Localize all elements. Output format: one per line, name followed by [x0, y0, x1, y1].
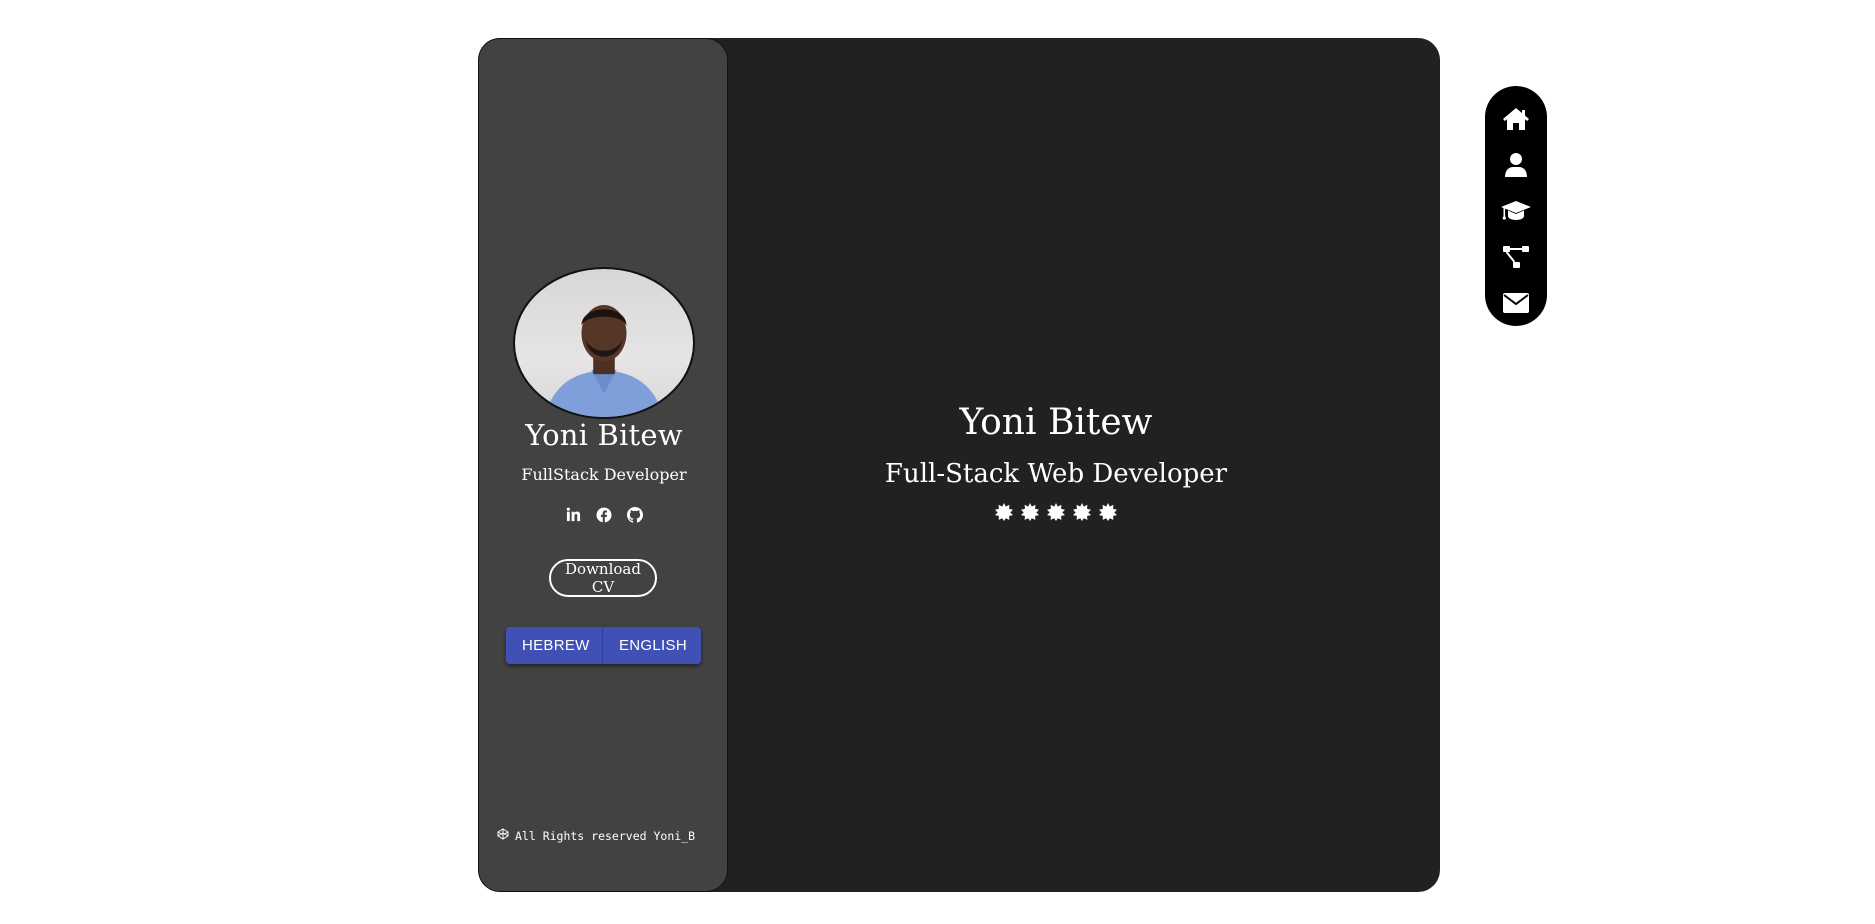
nav-home[interactable] [1496, 96, 1536, 142]
github-icon[interactable] [626, 505, 645, 524]
hebrew-button[interactable]: HEBREW [506, 627, 603, 664]
avatar [513, 267, 695, 419]
copyright-footer: All Rights reserved Yoni_B [497, 828, 695, 843]
footer-text: All Rights reserved Yoni_B [515, 828, 696, 843]
profile-role: FullStack Developer [521, 465, 687, 484]
hero-name: Yoni Bitew [959, 402, 1153, 443]
codepen-icon [497, 828, 509, 843]
download-cv-button[interactable]: Download CV [549, 559, 657, 597]
badge-icon [995, 503, 1013, 521]
badge-icon [1099, 503, 1117, 521]
nav-about[interactable] [1496, 142, 1536, 188]
envelope-icon [1503, 293, 1529, 313]
hero-section: Yoni Bitew Full-Stack Web Developer [728, 38, 1440, 892]
badge-icon [1047, 503, 1065, 521]
hero-role: Full-Stack Web Developer [884, 459, 1228, 489]
section-nav [1485, 86, 1547, 326]
social-links [479, 505, 729, 524]
user-icon [1505, 153, 1527, 177]
badge-icon [1073, 503, 1091, 521]
nav-education[interactable] [1496, 188, 1536, 234]
rating-badges [728, 503, 1384, 521]
language-toggle: HEBREW ENGLISH [506, 627, 701, 664]
home-icon [1503, 108, 1529, 130]
portfolio-card: Yoni Bitew FullStack Developer Download … [478, 38, 1440, 892]
profile-sidebar: Yoni Bitew FullStack Developer Download … [478, 38, 728, 892]
project-diagram-icon [1503, 246, 1529, 268]
linkedin-icon[interactable] [564, 505, 583, 524]
nav-projects[interactable] [1496, 234, 1536, 280]
badge-icon [1021, 503, 1039, 521]
graduation-cap-icon [1501, 201, 1531, 220]
facebook-icon[interactable] [595, 505, 614, 524]
english-button[interactable]: ENGLISH [603, 627, 701, 664]
profile-name: Yoni Bitew [525, 418, 683, 452]
nav-contact[interactable] [1496, 280, 1536, 326]
